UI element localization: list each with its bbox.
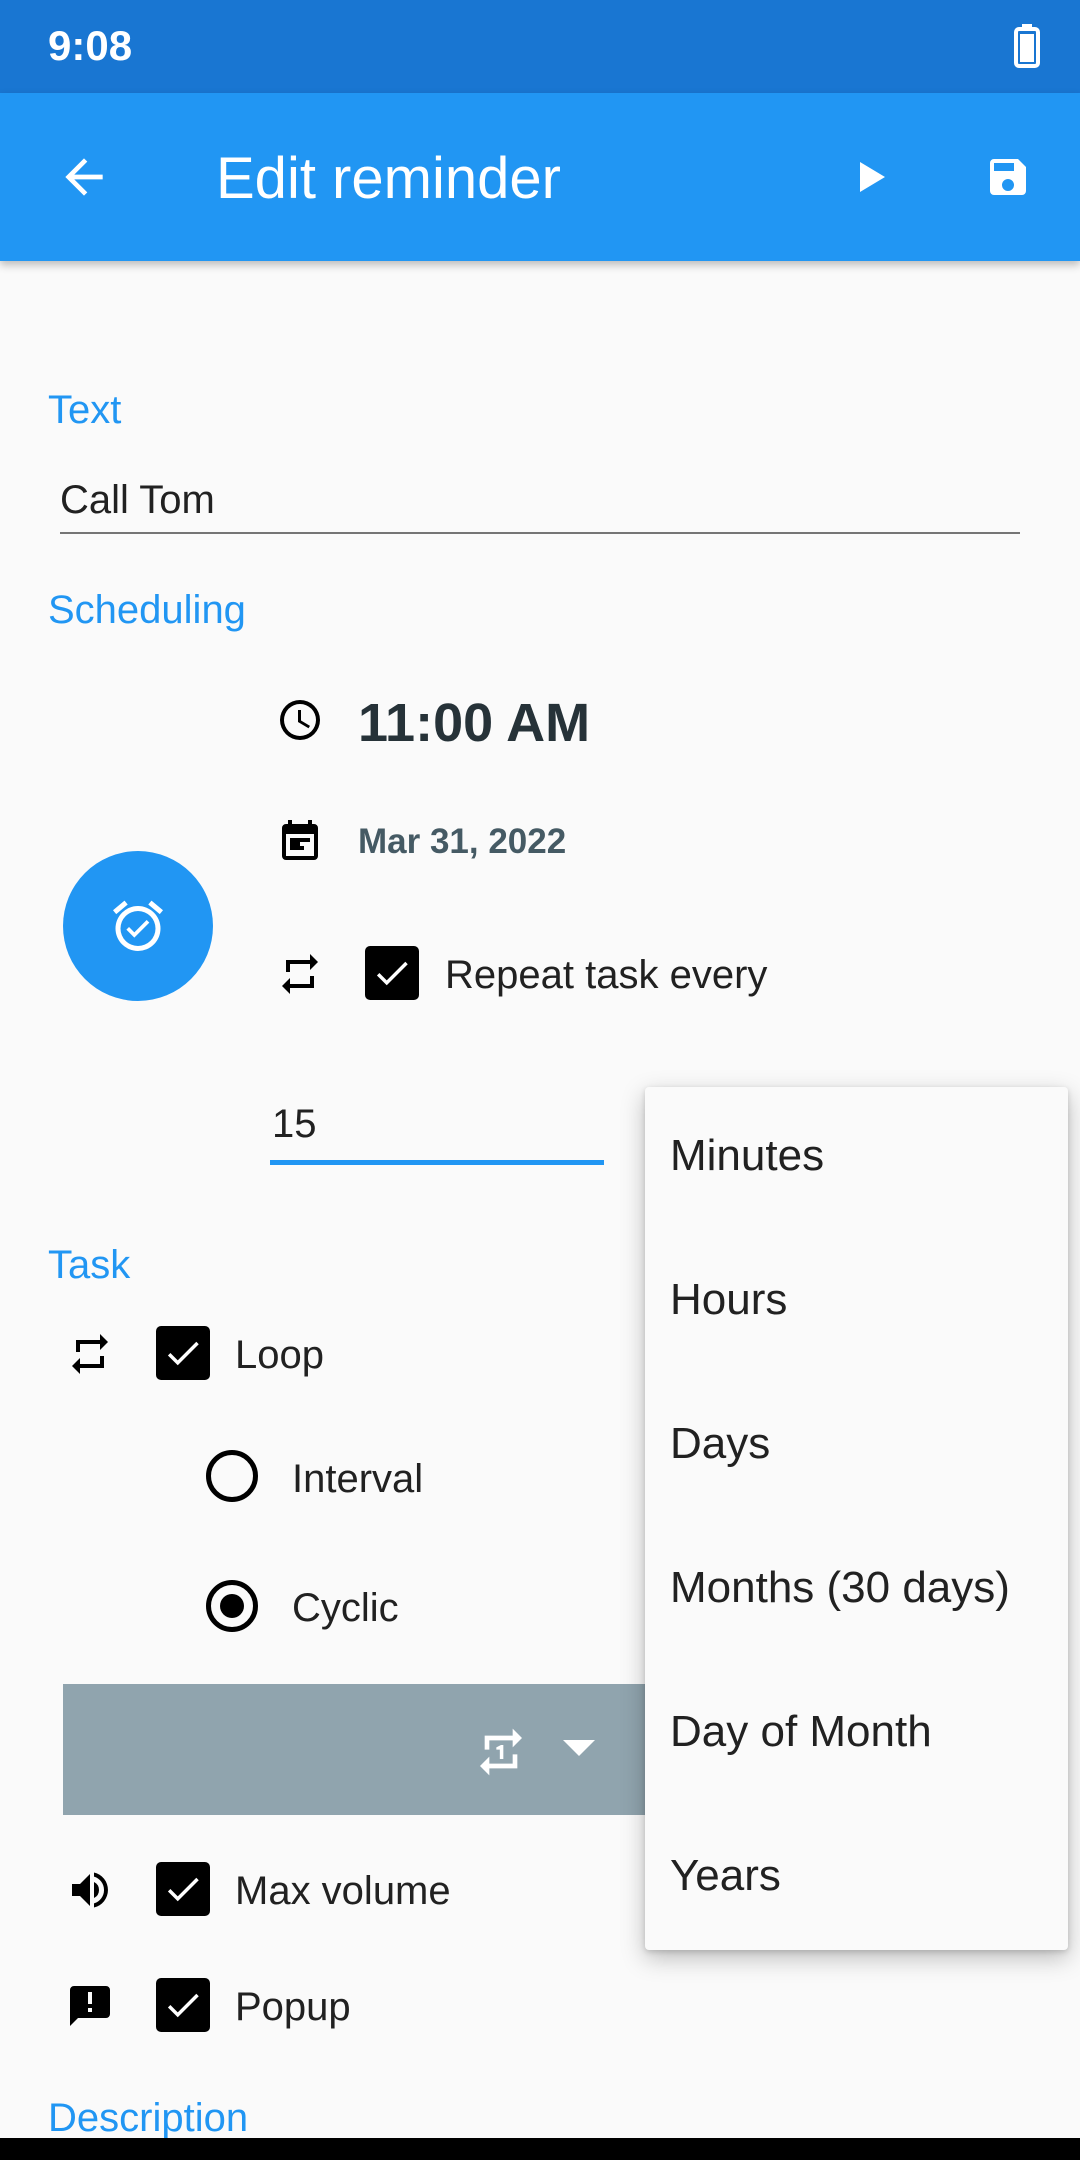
menu-item-hours[interactable]: Hours [645, 1231, 1068, 1375]
alarm-fab-button[interactable] [63, 851, 213, 1001]
navigation-bar [0, 2138, 1080, 2160]
popup-message-icon [70, 1986, 110, 2026]
alarm-check-icon [113, 900, 163, 951]
popup-label: Popup [235, 1985, 351, 2029]
menu-item-months[interactable]: Months (30 days) [645, 1519, 1068, 1663]
menu-item-days[interactable]: Days [645, 1375, 1068, 1519]
status-bar: 9:08 [0, 0, 1080, 93]
play-icon[interactable] [850, 157, 890, 197]
interval-radio[interactable] [206, 1450, 258, 1502]
scheduled-date[interactable]: Mar 31, 2022 [358, 822, 566, 862]
scheduled-time[interactable]: 11:00 AM [358, 692, 590, 754]
back-arrow-icon[interactable] [56, 149, 112, 205]
reminder-text-input[interactable]: Call Tom [60, 470, 1020, 534]
dropdown-caret-icon [563, 1740, 595, 1756]
loop-checkbox[interactable] [156, 1326, 210, 1380]
calendar-icon [282, 820, 318, 860]
text-section-label: Text [48, 388, 122, 432]
check-icon [167, 1993, 199, 2018]
page-title: Edit reminder [216, 146, 561, 211]
loop-repeat-icon [72, 1334, 108, 1374]
radio-selected-dot [220, 1594, 244, 1618]
app-bar: Edit reminder [0, 93, 1080, 261]
reminder-text-value[interactable]: Call Tom [60, 478, 215, 523]
cyclic-radio[interactable] [206, 1580, 258, 1632]
menu-item-years[interactable]: Years [645, 1807, 1068, 1951]
repeat-interval-value[interactable]: 15 [272, 1102, 317, 1147]
repeat-interval-input[interactable]: 15 [270, 1092, 604, 1165]
scheduling-section-label: Scheduling [48, 588, 246, 632]
time-unit-menu: Minutes Hours Days Months (30 days) Day … [645, 1087, 1068, 1950]
repeat-checkbox[interactable] [365, 946, 419, 1000]
menu-item-day-of-month[interactable]: Day of Month [645, 1663, 1068, 1807]
repeat-label: Repeat task every [445, 953, 768, 997]
menu-item-minutes[interactable]: Minutes [645, 1087, 1068, 1231]
check-icon [167, 1341, 199, 1366]
save-icon[interactable] [984, 153, 1032, 201]
status-time: 9:08 [48, 22, 133, 69]
repeat-one-icon [480, 1728, 522, 1776]
clock-icon [280, 700, 320, 740]
check-icon [167, 1877, 199, 1902]
battery-icon [1014, 24, 1040, 68]
check-icon [376, 961, 408, 986]
cyclic-label: Cyclic [292, 1586, 399, 1630]
interval-label: Interval [292, 1457, 424, 1501]
max-volume-checkbox[interactable] [156, 1862, 210, 1916]
popup-checkbox[interactable] [156, 1978, 210, 2032]
description-section-label: Description [48, 2096, 249, 2140]
max-volume-label: Max volume [235, 1869, 451, 1913]
volume-icon [72, 1872, 108, 1908]
repeat-icon [282, 954, 318, 994]
loop-label: Loop [235, 1333, 324, 1377]
task-section-label: Task [48, 1243, 131, 1287]
